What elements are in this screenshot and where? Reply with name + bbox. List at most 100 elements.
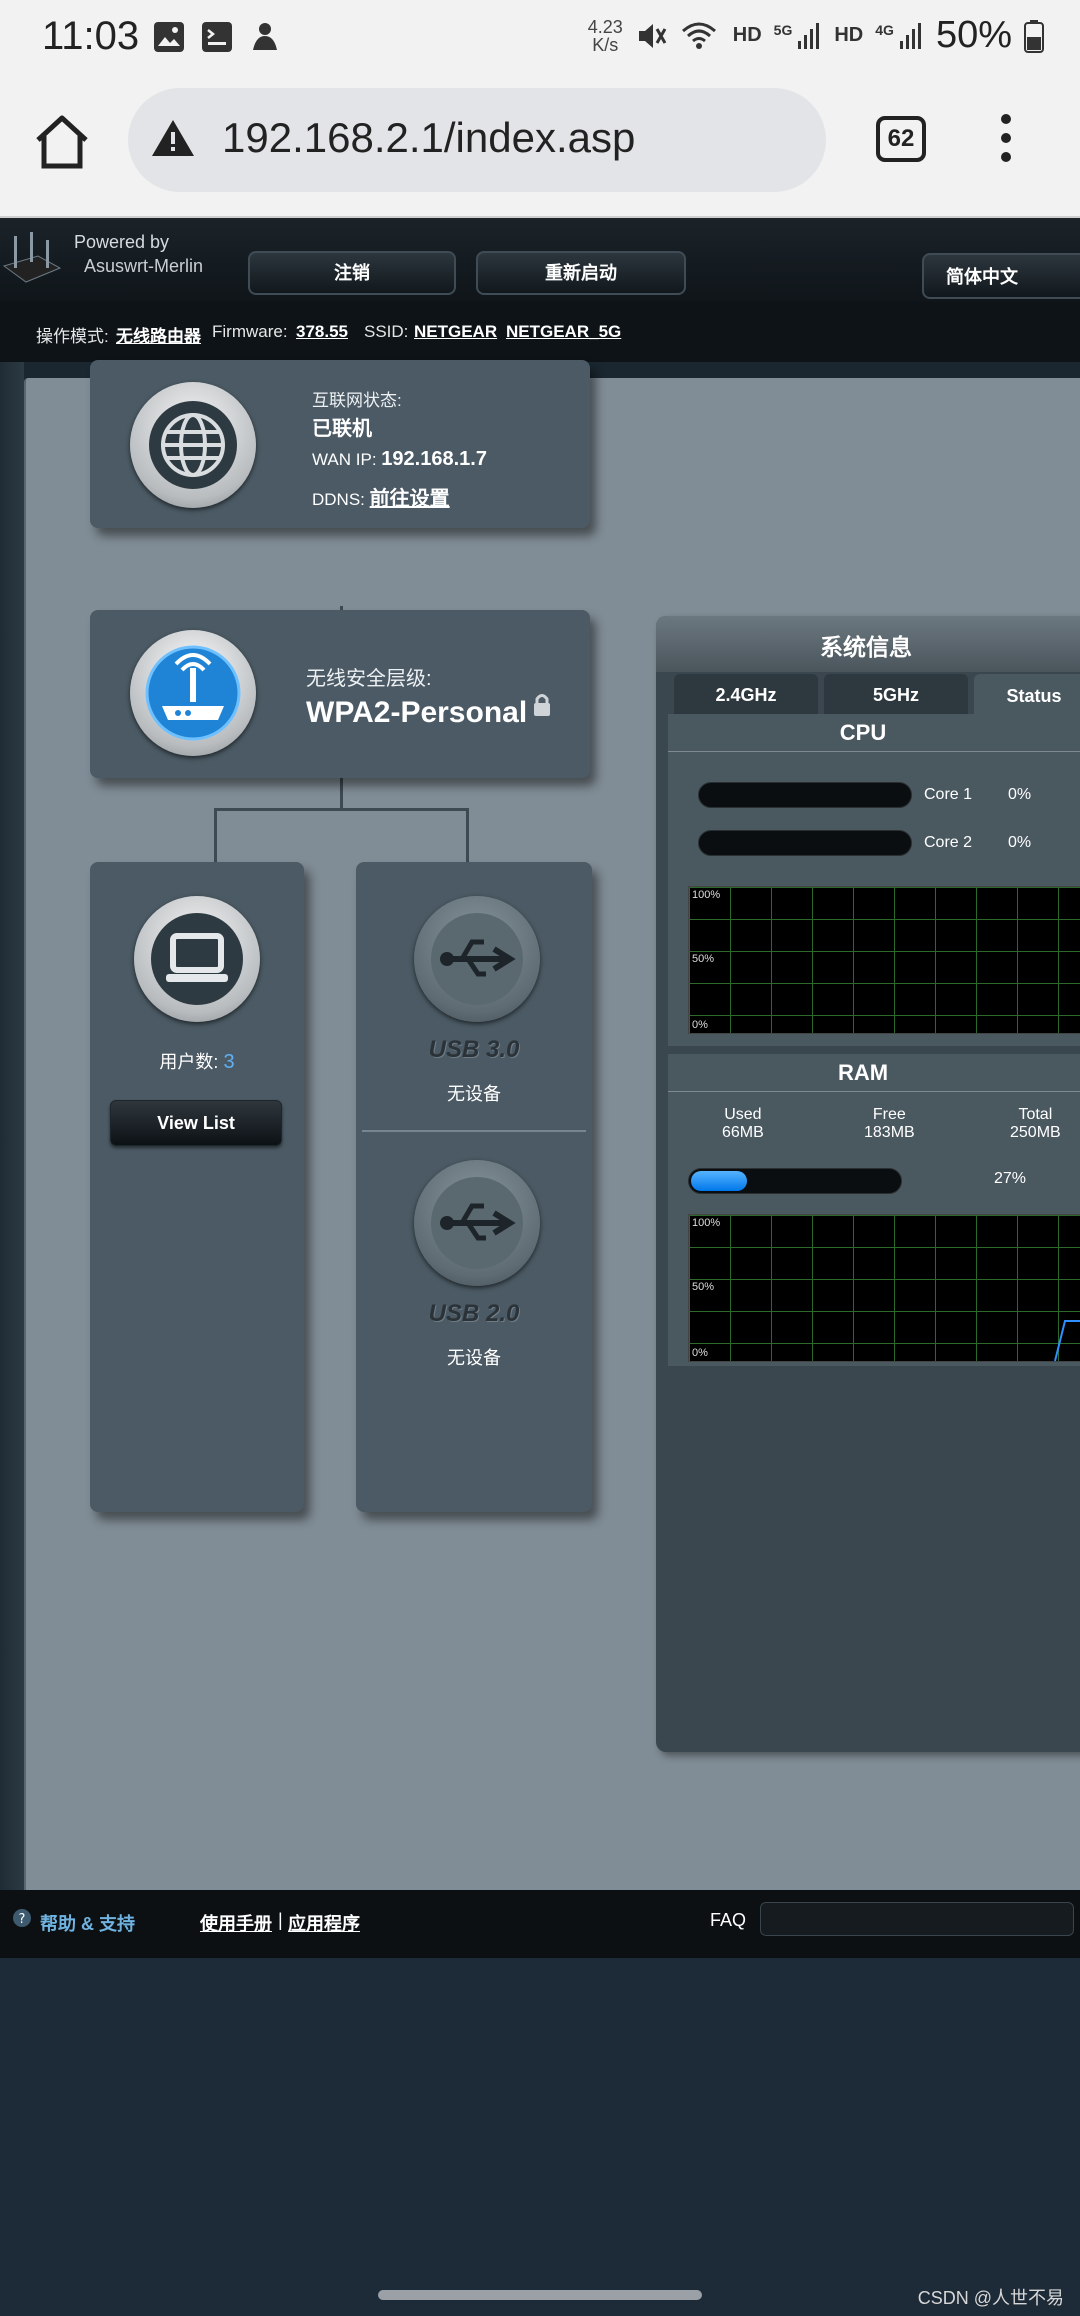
logout-button[interactable]: 注销	[248, 251, 456, 295]
ram-free-value: 183MB	[864, 1124, 915, 1141]
cpu-usage-graph: 100% 50% 0%	[688, 886, 1080, 1034]
clients-card: 用户数: 3 View List	[90, 862, 304, 1512]
help-support-label: 帮助 & 支持	[40, 1914, 136, 1934]
asuswrt-logo[interactable]: Powered by Asuswrt-Merlin	[0, 224, 210, 300]
manual-link[interactable]: 使用手册	[200, 1910, 272, 1936]
client-count-row: 用户数: 3	[90, 1048, 304, 1074]
sidebar-collapsed	[0, 362, 24, 1958]
wireless-security-card[interactable]: 无线安全层级: WPA2-Personal	[90, 610, 590, 778]
svg-text:?: ?	[19, 1912, 26, 1927]
logo-brand: Asuswrt-Merlin	[84, 256, 204, 276]
tab-switcher-button[interactable]: 62	[876, 116, 926, 162]
image-icon	[154, 22, 184, 52]
tab-2-4ghz[interactable]: 2.4GHz	[674, 674, 818, 714]
footer-separator: |	[278, 1910, 283, 1930]
ram-used: Used 66MB	[722, 1106, 764, 1142]
terminal-icon	[202, 22, 232, 52]
ssid-24-link[interactable]: NETGEAR	[414, 322, 497, 342]
battery-icon	[1024, 19, 1044, 53]
warning-icon[interactable]	[150, 118, 196, 158]
cpu-core2-bar	[698, 830, 912, 856]
tab-5ghz[interactable]: 5GHz	[824, 674, 968, 714]
connector-line	[214, 808, 217, 862]
router-icon	[130, 630, 256, 756]
cpu-core2-label: Core 2	[924, 834, 973, 851]
notification-icons	[152, 20, 282, 54]
ram-usage-line	[1054, 1320, 1080, 1362]
internet-status-card[interactable]: 互联网状态: 已联机 WAN IP: 192.168.1.7 DDNS: 前往设…	[90, 360, 590, 528]
mute-icon	[638, 23, 667, 48]
url-text[interactable]: 192.168.2.1/index.asp	[222, 114, 635, 162]
ram-usage-bar	[688, 1168, 902, 1194]
page-background	[0, 1958, 1080, 2316]
wifi-icon	[681, 22, 716, 49]
internet-status-value: 已联机	[312, 418, 372, 440]
logo-powered-by: Powered by	[74, 232, 170, 252]
utility-link[interactable]: 应用程序	[288, 1910, 360, 1936]
language-select[interactable]: 简体中文	[922, 253, 1080, 299]
ram-title: RAM	[668, 1054, 1080, 1092]
gesture-bar[interactable]	[378, 2290, 702, 2300]
ram-usage-percent: 27%	[994, 1170, 1027, 1187]
cpu-title: CPU	[668, 714, 1080, 752]
graph-label-0: 0%	[692, 1019, 708, 1031]
system-info-panel: 系统信息 2.4GHz 5GHz Status CPU Core 1 0% Co…	[656, 616, 1080, 1752]
client-count-value[interactable]: 3	[223, 1051, 234, 1073]
client-count-label: 用户数:	[159, 1052, 219, 1072]
help-icon[interactable]: ?	[12, 1908, 32, 1928]
status-bar: 11:03 4.23 K/s HD 5G HD 4G 50%	[0, 0, 1080, 80]
internet-status-label: 互联网状态:	[312, 391, 402, 410]
battery-percent: 50%	[935, 14, 1012, 56]
mode-label: 操作模式:	[36, 327, 109, 346]
computer-icon[interactable]	[134, 896, 260, 1022]
ddns-setup-link[interactable]: 前往设置	[370, 488, 450, 510]
usb-3-status: 无设备	[447, 1084, 501, 1104]
usb-2-status: 无设备	[447, 1348, 501, 1368]
connector-line	[466, 808, 469, 862]
ram-used-value: 66MB	[722, 1124, 764, 1141]
firmware-link[interactable]: 378.55	[296, 322, 348, 342]
home-icon[interactable]	[30, 110, 94, 174]
faq-label: FAQ	[710, 1910, 747, 1930]
address-bar[interactable]: 192.168.2.1/index.asp	[128, 88, 826, 192]
globe-icon	[130, 382, 256, 508]
ram-usage-graph: 100% 50% 0%	[688, 1214, 1080, 1362]
net-type-1: 5G	[773, 21, 793, 38]
speed-unit: K/s	[592, 34, 619, 55]
reboot-button[interactable]: 重新启动	[476, 251, 686, 295]
ssid-5g-link[interactable]: NETGEAR_5G	[506, 322, 621, 342]
usb-icon[interactable]	[414, 896, 540, 1022]
graph-label-100: 100%	[692, 889, 721, 901]
cpu-core1-value: 0%	[1008, 786, 1032, 803]
usb-card: USB 3.0 无设备 USB 2.0 无设备	[356, 862, 592, 1512]
tab-status[interactable]: Status	[974, 674, 1080, 714]
ram-section: RAM Used 66MB Free 183MB Total 250MB 27% 10…	[668, 1054, 1080, 1366]
router-info-bar: 操作模式: 无线路由器 Firmware: 378.55 SSID: NETGE…	[0, 302, 1080, 362]
watermark: CSDN @人世不易	[917, 2288, 1064, 2308]
faq-search-input[interactable]	[760, 1902, 1074, 1936]
ram-free-label: Free	[872, 1106, 906, 1123]
wan-ip-label: WAN IP:	[312, 450, 377, 469]
ram-free: Free 183MB	[864, 1106, 915, 1142]
lock-icon	[534, 694, 550, 716]
ram-usage-fill	[691, 1171, 748, 1191]
browser-toolbar: 192.168.2.1/index.asp 62	[0, 80, 1080, 218]
signal-icon	[899, 22, 921, 49]
usb-icon[interactable]	[414, 1160, 540, 1286]
wireless-security-label: 无线安全层级:	[306, 668, 432, 690]
ddns-row: DDNS: 前往设置	[312, 482, 450, 511]
signal-icon	[798, 22, 820, 49]
view-list-button[interactable]: View List	[110, 1100, 282, 1146]
mode-link[interactable]: 无线路由器	[116, 322, 201, 347]
graph-label-50: 50%	[692, 953, 715, 965]
hd-label-2: HD	[834, 24, 864, 46]
ram-total: Total 250MB	[1010, 1106, 1061, 1142]
net-type-2: 4G	[875, 21, 894, 38]
router-footer: ? 帮助 & 支持 使用手册 | 应用程序 FAQ	[0, 1890, 1080, 1958]
router-top-nav: Powered by Asuswrt-Merlin 注销 重新启动 简体中文	[0, 218, 1080, 302]
ram-total-label: Total	[1018, 1106, 1053, 1123]
overflow-menu-icon[interactable]	[996, 114, 1016, 170]
ram-used-label: Used	[724, 1106, 762, 1123]
usb-divider	[362, 1130, 586, 1132]
ssid-label: SSID:	[364, 322, 409, 341]
